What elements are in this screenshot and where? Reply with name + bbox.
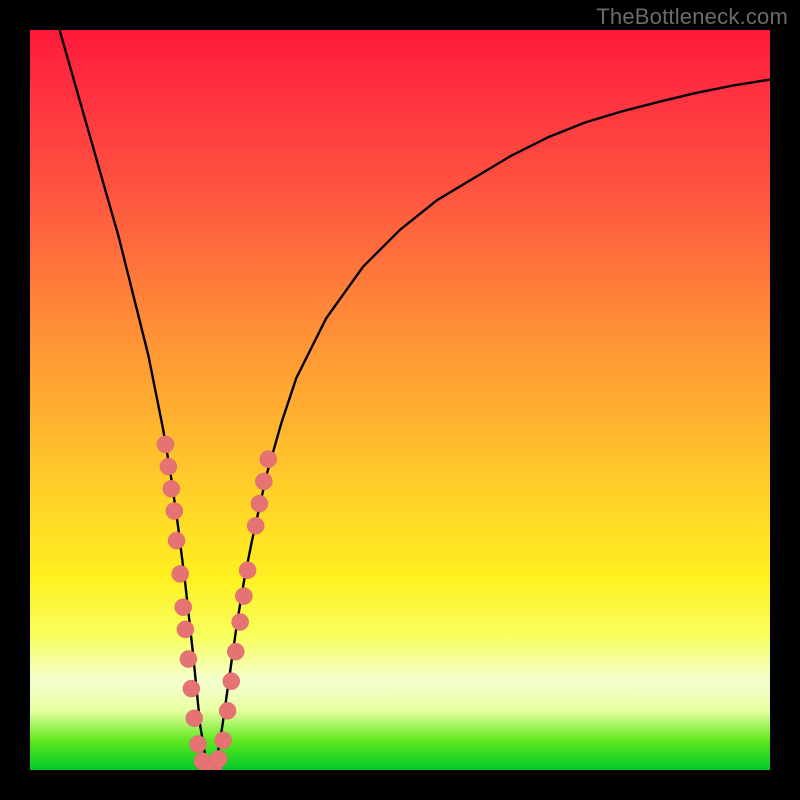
curve-marker [255, 473, 272, 490]
curve-marker [210, 750, 227, 767]
curve-marker [157, 436, 174, 453]
curve-marker [160, 458, 177, 475]
curve-marker [172, 565, 189, 582]
curve-marker [251, 495, 268, 512]
curve-marker [175, 599, 192, 616]
curve-marker [186, 710, 203, 727]
curve-marker [163, 480, 180, 497]
curve-marker [183, 680, 200, 697]
curve-marker [260, 451, 277, 468]
curve-marker [215, 732, 232, 749]
curve-marker [168, 532, 185, 549]
curve-marker [239, 562, 256, 579]
curve-marker [247, 517, 264, 534]
bottleneck-curve [30, 30, 770, 770]
curve-marker [223, 673, 240, 690]
curve-marker [219, 702, 236, 719]
curve-marker [227, 643, 244, 660]
curve-marker [189, 736, 206, 753]
curve-marker [180, 651, 197, 668]
plot-area [30, 30, 770, 770]
curve-marker [177, 621, 194, 638]
watermark-text: TheBottleneck.com [596, 4, 788, 30]
chart-frame: TheBottleneck.com [0, 0, 800, 800]
curve-marker [166, 503, 183, 520]
curve-marker [235, 588, 252, 605]
curve-marker [232, 614, 249, 631]
